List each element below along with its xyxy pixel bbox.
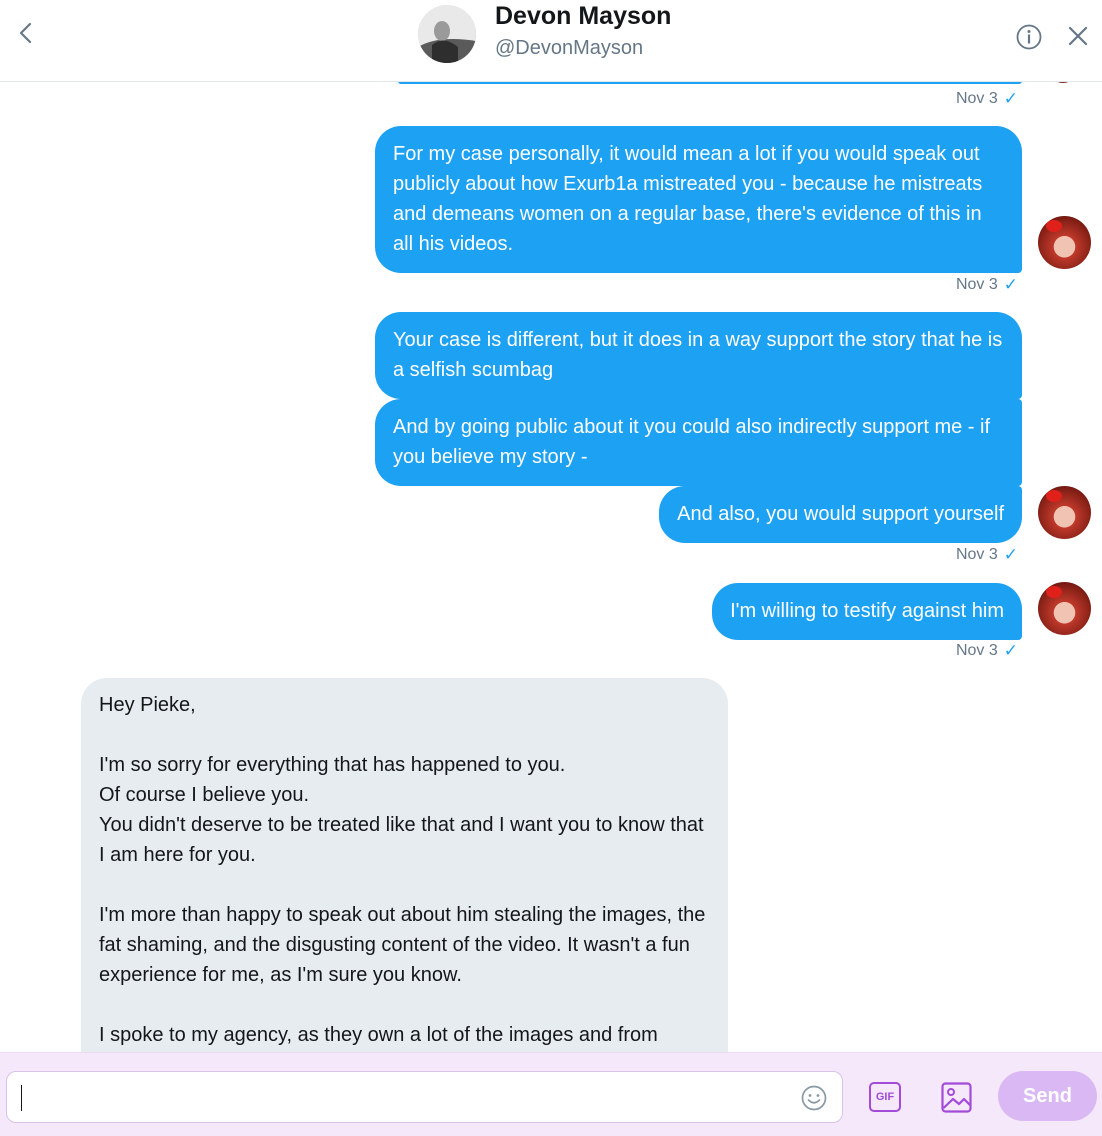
sent-message[interactable]: And also, you would support yourself	[659, 486, 1022, 543]
message-timestamp: Nov 3 ✓	[955, 641, 1018, 660]
check-icon: ✓	[1003, 89, 1018, 108]
message-thread[interactable]: Nov 3 ✓ For my case personally, it would …	[0, 81, 1102, 1052]
message-timestamp: Nov 3 ✓	[955, 89, 1018, 108]
received-line: Of course I believe you.	[99, 784, 310, 806]
message-input[interactable]	[6, 1071, 843, 1123]
contact-avatar[interactable]	[418, 5, 476, 63]
message-timestamp: Nov 3 ✓	[955, 275, 1018, 294]
sent-message[interactable]: And by going public about it you could a…	[375, 399, 1022, 486]
received-line: I'm so sorry for everything that has hap…	[99, 754, 566, 776]
check-icon: ✓	[1003, 275, 1018, 294]
send-button[interactable]: Send	[998, 1071, 1097, 1121]
text-cursor	[21, 1085, 22, 1111]
sent-message[interactable]: I'm willing to testify against him	[712, 583, 1022, 640]
gif-label: GIF	[875, 1091, 895, 1103]
received-line: I spoke to my agency, as they own a lot …	[99, 1024, 658, 1046]
sent-message[interactable]: Your case is different, but it does in a…	[375, 312, 1022, 399]
gif-button[interactable]: GIF	[869, 1082, 901, 1112]
close-icon[interactable]	[1066, 24, 1090, 48]
message-composer	[0, 1052, 1102, 1136]
image-icon[interactable]	[940, 1081, 973, 1114]
received-line: I'm more than happy to speak out about h…	[99, 904, 706, 986]
user-avatar[interactable]	[1038, 582, 1091, 635]
contact-name[interactable]: Devon Mayson	[495, 2, 671, 31]
check-icon: ✓	[1003, 545, 1018, 564]
user-avatar[interactable]	[1038, 486, 1091, 539]
received-line: You didn't deserve to be treated like th…	[99, 814, 704, 866]
received-line: Hey Pieke,	[99, 694, 196, 716]
check-icon: ✓	[1003, 641, 1018, 660]
user-avatar[interactable]	[1038, 216, 1091, 269]
emoji-icon[interactable]	[800, 1084, 828, 1112]
chevron-left-icon[interactable]	[14, 18, 38, 48]
conversation-header: Devon Mayson @DevonMayson	[0, 0, 1102, 82]
received-message[interactable]: Hey Pieke, I'm so sorry for everything t…	[81, 678, 728, 1052]
message-timestamp: Nov 3 ✓	[955, 545, 1018, 564]
info-icon[interactable]	[1015, 23, 1043, 51]
contact-handle: @DevonMayson	[495, 37, 644, 59]
sent-message[interactable]: For my case personally, it would mean a …	[375, 126, 1022, 273]
